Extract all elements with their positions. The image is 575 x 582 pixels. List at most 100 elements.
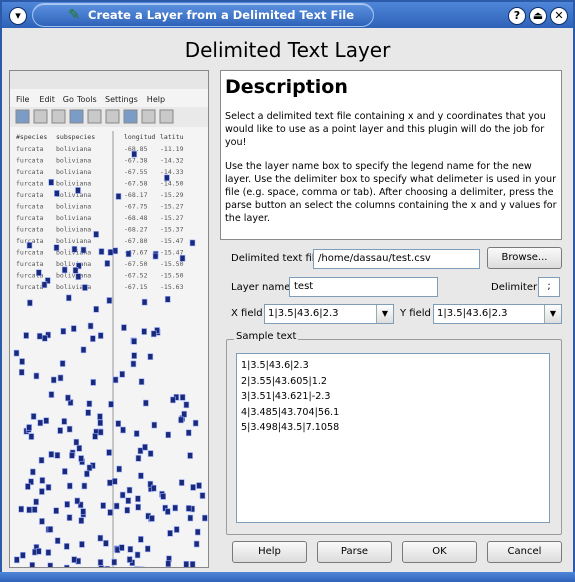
preview-toolbar-icon — [141, 109, 156, 124]
preview-cell: boliviana — [56, 214, 91, 222]
x-field-label: X field — [231, 308, 263, 319]
file-path-input[interactable]: /home/dassau/test.csv — [313, 249, 480, 269]
point-marker — [80, 346, 87, 354]
point-marker — [53, 244, 60, 252]
description-paragraph-1: Select a delimited text file containing … — [225, 111, 546, 148]
point-marker — [74, 497, 81, 505]
point-marker — [75, 273, 82, 280]
point-marker — [29, 562, 36, 567]
point-marker — [131, 150, 138, 158]
point-marker — [193, 540, 200, 548]
point-marker — [41, 281, 48, 289]
point-marker — [23, 332, 29, 339]
point-marker — [50, 376, 57, 384]
title-bar[interactable]: ▾ ✎ Create a Layer from a Delimited Text… — [2, 2, 573, 28]
preview-cell: furcata — [16, 283, 43, 291]
page-title: Delimited Text Layer — [184, 38, 391, 62]
preview-cell: -67.58 — [124, 180, 148, 188]
point-marker — [183, 560, 190, 567]
point-marker — [170, 396, 176, 404]
ok-button[interactable]: OK — [402, 541, 477, 563]
point-marker — [13, 349, 20, 357]
point-marker — [151, 421, 158, 429]
chevron-down-icon[interactable]: ▼ — [376, 305, 393, 323]
point-marker — [131, 338, 138, 345]
point-marker — [189, 561, 196, 567]
y-field-label: Y field — [400, 308, 431, 319]
parse-button[interactable]: Parse — [317, 541, 392, 563]
chevron-down-icon[interactable]: ▾ — [9, 7, 27, 25]
question-icon[interactable]: ? — [508, 7, 526, 25]
preview-cell: -15.29 — [160, 191, 184, 199]
x-field-select[interactable]: 1|3.5|43.6|2.3 ▼ — [264, 304, 394, 324]
point-marker — [134, 551, 141, 559]
preview-cell: furcata — [16, 157, 43, 165]
point-marker — [28, 433, 35, 440]
point-marker — [76, 445, 83, 452]
preview-cell: -68.27 — [124, 226, 148, 234]
preview-toolbar-icon — [51, 109, 66, 124]
point-marker — [30, 413, 37, 420]
point-marker — [30, 468, 36, 476]
point-marker — [81, 482, 88, 490]
point-marker — [112, 376, 119, 384]
point-marker — [179, 254, 186, 262]
point-marker — [18, 368, 25, 376]
y-field-select[interactable]: 1|3.5|43.6|2.3 ▼ — [433, 304, 562, 324]
point-marker — [111, 478, 118, 485]
point-marker — [54, 452, 61, 459]
point-marker — [196, 482, 202, 489]
point-marker — [194, 528, 201, 536]
preview-cell: -15.63 — [160, 283, 184, 291]
preview-cell: -67.52 — [124, 272, 148, 280]
point-marker — [35, 547, 42, 555]
point-marker — [39, 477, 46, 484]
preview-cell: furcata — [16, 260, 43, 268]
preview-cell: -67.80 — [124, 237, 148, 245]
point-marker — [116, 465, 122, 473]
delimiter-input[interactable]: ; — [538, 277, 560, 297]
chevron-down-icon[interactable]: ▼ — [544, 305, 561, 323]
preview-cell: furcata — [16, 249, 43, 257]
preview-cell: boliviana — [56, 260, 91, 268]
preview-cell: furcata — [16, 214, 43, 222]
preview-titlebar — [10, 71, 208, 89]
point-marker — [150, 330, 157, 338]
point-marker — [45, 549, 52, 556]
description-panel: Description Select a delimited text file… — [220, 70, 562, 240]
point-marker — [152, 252, 159, 260]
preview-cell: boliviana — [56, 191, 91, 199]
preview-image: File Edit Go Tools Settings Help #species subsp… — [9, 70, 209, 568]
shade-icon[interactable]: ⏏ — [529, 7, 547, 25]
cancel-button[interactable]: Cancel — [487, 541, 562, 563]
sample-text-area[interactable]: 1|3.5|43.6|2.3 2|3.55|43.605|1.2 3|3.51|… — [236, 353, 550, 523]
close-icon[interactable]: ✕ — [550, 7, 568, 25]
browse-button[interactable]: Browse... — [487, 247, 562, 269]
preview-column-header: longitud — [124, 133, 155, 141]
help-button[interactable]: Help — [232, 541, 307, 563]
preview-column-header: #species — [16, 133, 47, 141]
point-marker — [181, 410, 187, 418]
point-marker — [48, 179, 55, 186]
point-marker — [133, 430, 140, 437]
point-marker — [97, 413, 103, 420]
point-marker — [57, 374, 64, 382]
point-marker — [190, 484, 196, 491]
preview-cell: -15.27 — [160, 203, 184, 211]
preview-cell: -67.50 — [124, 260, 148, 268]
point-marker — [111, 558, 118, 566]
point-marker — [107, 249, 114, 256]
point-marker — [178, 416, 184, 424]
point-marker — [113, 502, 120, 510]
point-marker — [121, 324, 127, 331]
preview-toolbar-icon — [123, 109, 138, 124]
point-marker — [189, 239, 196, 247]
preview-cell: furcata — [16, 180, 43, 188]
point-marker — [137, 447, 144, 455]
layer-name-input[interactable]: test — [289, 277, 438, 297]
x-field-value: 1|3.5|43.6|2.3 — [268, 308, 339, 319]
point-marker — [98, 248, 105, 255]
point-marker — [57, 427, 63, 434]
preview-cell: furcata — [16, 203, 43, 211]
sample-line: 4|3.485|43.704|56.1 — [241, 406, 340, 418]
